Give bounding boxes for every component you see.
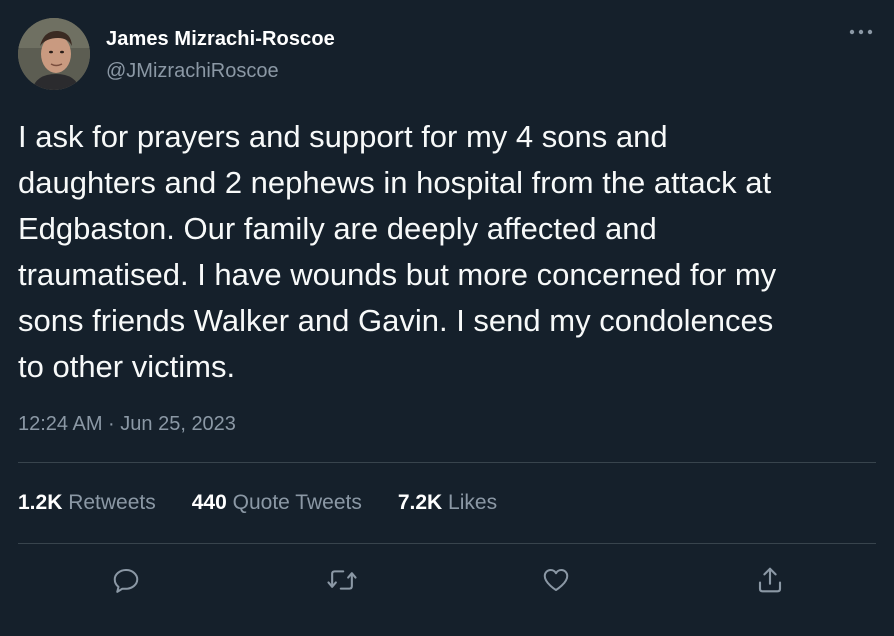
reply-button[interactable] [106,560,146,600]
more-options-button[interactable] [846,20,876,44]
retweets-count: 1.2K [18,491,63,514]
quote-tweets-label: Quote Tweets [232,491,362,514]
divider-bottom [18,543,876,544]
like-button[interactable] [536,560,576,600]
retweets-label: Retweets [68,491,156,514]
tweet-text: I ask for prayers and support for my 4 s… [18,119,777,384]
author-display-name[interactable]: James Mizrachi-Roscoe [106,27,335,51]
retweet-button[interactable] [322,560,362,600]
heart-icon [543,569,569,591]
likes-count: 7.2K [397,491,443,514]
tweet-stats: 1.2K Retweets 440 Quote Tweets 7.2K Like… [18,488,497,518]
avatar[interactable] [18,18,90,90]
quote-tweets-stat[interactable]: 440 Quote Tweets [192,488,362,518]
tweet-header: James Mizrachi-Roscoe @JMizrachiRoscoe [18,18,876,90]
author-names: James Mizrachi-Roscoe @JMizrachiRoscoe [106,27,335,83]
tweet-actions [18,560,876,600]
share-icon [758,567,782,593]
more-icon [849,29,873,35]
share-button[interactable] [750,560,790,600]
author-handle[interactable]: @JMizrachiRoscoe [106,59,335,83]
reply-icon [113,569,139,593]
retweets-stat[interactable]: 1.2K Retweets [18,488,156,518]
tweet-card: James Mizrachi-Roscoe @JMizrachiRoscoe I… [0,0,894,636]
avatar-photo [18,18,90,90]
divider-top [18,462,876,463]
retweet-icon [327,570,357,590]
likes-stat[interactable]: 7.2K Likes [398,488,497,518]
tweet-timestamp[interactable]: 12:24 AM · Jun 25, 2023 [18,410,236,438]
quote-tweets-count: 440 [191,491,227,514]
likes-label: Likes [448,491,498,514]
